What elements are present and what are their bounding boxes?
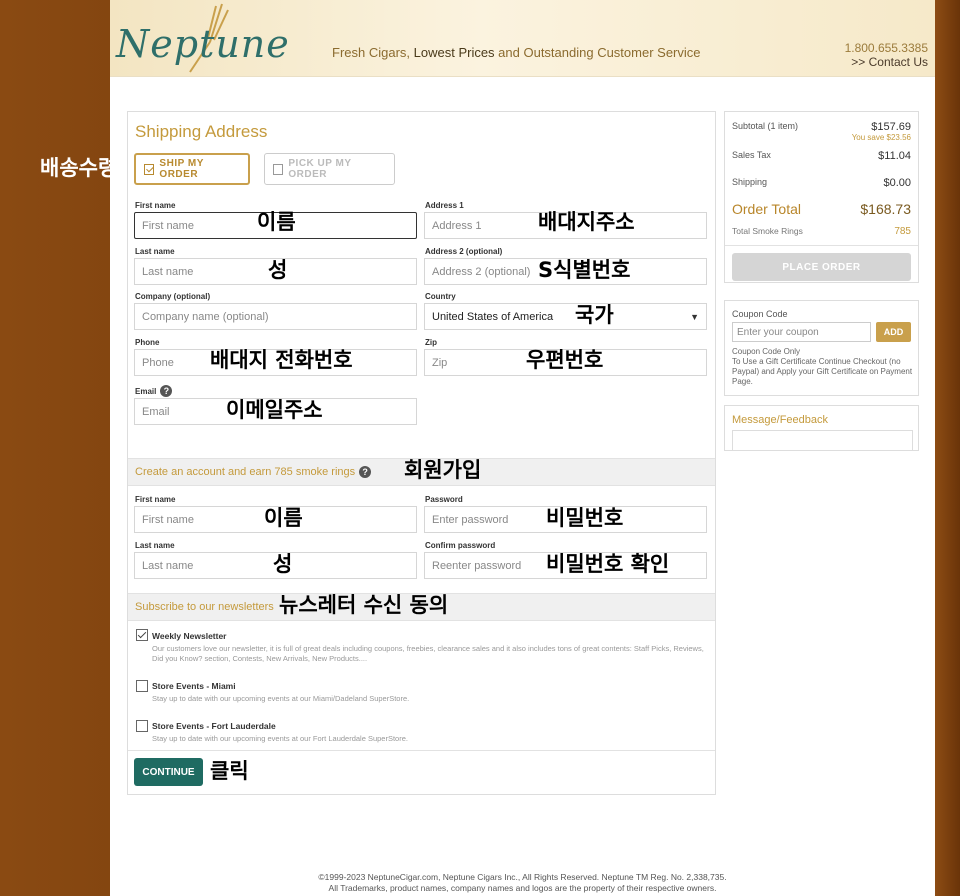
- miami-events-checkbox[interactable]: [136, 680, 148, 692]
- ftl-events-title: Store Events - Fort Lauderdale: [152, 721, 276, 731]
- pick-up-my-order-button[interactable]: PICK UP MY ORDER: [264, 153, 395, 185]
- email-label: Email?: [135, 385, 173, 397]
- place-order-button[interactable]: PLACE ORDER: [732, 253, 911, 281]
- help-icon[interactable]: ?: [359, 466, 372, 478]
- chevron-down-icon: ▼: [690, 311, 699, 322]
- annotation-click: 클릭: [210, 759, 249, 783]
- ftl-events-desc: Stay up to date with our upcoming events…: [152, 734, 408, 743]
- smoke-rings-label: Total Smoke Rings: [732, 226, 803, 236]
- password-label: Password: [425, 495, 463, 504]
- checkbox-icon: [144, 163, 155, 175]
- country-select[interactable]: United States of America ▼: [424, 303, 707, 330]
- annotation-country: 국가: [575, 303, 614, 327]
- annotation-account-name: 이름: [264, 506, 303, 530]
- savings-text: You save $23.56: [851, 133, 911, 142]
- help-icon[interactable]: ?: [160, 385, 173, 397]
- annotation-surname: 성: [268, 258, 288, 282]
- footer: ©1999-2023 NeptuneCigar.com, Neptune Cig…: [110, 872, 935, 894]
- annotation-name: 이름: [257, 210, 296, 234]
- tax-row: Sales Tax $11.04: [732, 150, 911, 162]
- annotation-address2: S식별번호: [538, 258, 631, 282]
- account-last-name-label: Last name: [135, 541, 175, 550]
- weekly-newsletter-title: Weekly Newsletter: [152, 631, 227, 641]
- coupon-note: Coupon Code Only To Use a Gift Certifica…: [732, 347, 913, 386]
- order-total-label: Order Total: [732, 201, 801, 217]
- order-total-value: $168.73: [860, 201, 911, 217]
- divider: [128, 750, 715, 751]
- weekly-newsletter-checkbox[interactable]: [136, 629, 148, 641]
- miami-events-title: Store Events - Miami: [152, 681, 236, 691]
- shipping-row: Shipping $0.00: [732, 177, 911, 189]
- annotation-phone: 배대지 전화번호: [210, 348, 353, 372]
- zip-label: Zip: [425, 338, 437, 347]
- account-first-name-label: First name: [135, 495, 176, 504]
- ftl-events-checkbox[interactable]: [136, 720, 148, 732]
- message-label: Message/Feedback: [732, 414, 828, 426]
- confirm-password-label: Confirm password: [425, 541, 496, 550]
- site-header: Neptune Fresh Cigars, Lowest Prices and …: [110, 0, 935, 77]
- subtotal-row: Subtotal (1 item) $157.69: [732, 121, 911, 133]
- contact-us-link[interactable]: >> Contact Us: [851, 55, 928, 69]
- order-summary: Subtotal (1 item) $157.69 You save $23.56…: [724, 111, 919, 283]
- right-background: [935, 0, 960, 896]
- annotation-delivery: 배송수령: [40, 156, 118, 180]
- last-name-label: Last name: [135, 247, 175, 256]
- weekly-newsletter-desc: Our customers love our newsletter, it is…: [152, 644, 704, 663]
- shipping-title: Shipping Address: [135, 122, 268, 141]
- trademark-text: All Trademarks, product names, company n…: [328, 883, 717, 893]
- annotation-signup: 회원가입: [404, 458, 482, 482]
- phone-number[interactable]: 1.800.655.3385: [845, 41, 928, 55]
- annotation-password-confirm: 비밀번호 확인: [546, 552, 670, 576]
- checkbox-icon: [273, 163, 284, 175]
- copyright-text: ©1999-2023 NeptuneCigar.com, Neptune Cig…: [318, 872, 727, 882]
- first-name-label: First name: [135, 201, 176, 210]
- company-label: Company (optional): [135, 292, 211, 301]
- add-coupon-button[interactable]: ADD: [876, 322, 911, 342]
- address2-label: Address 2 (optional): [425, 247, 503, 256]
- annotation-address1: 배대지주소: [538, 210, 635, 234]
- annotation-newsletter: 뉴스레터 수신 동의: [279, 593, 449, 617]
- phone-label: Phone: [135, 338, 160, 347]
- tagline: Fresh Cigars, Lowest Prices and Outstand…: [332, 45, 701, 60]
- site-logo[interactable]: Neptune: [116, 22, 290, 66]
- coupon-label: Coupon Code: [732, 309, 788, 319]
- divider: [725, 245, 918, 246]
- country-label: Country: [425, 292, 456, 301]
- coupon-input[interactable]: Enter your coupon: [732, 322, 871, 342]
- annotation-password: 비밀번호: [546, 506, 624, 530]
- coupon-box: Coupon Code Enter your coupon ADD Coupon…: [724, 300, 919, 396]
- smoke-rings-value: 785: [894, 226, 911, 237]
- company-input[interactable]: Company name (optional): [134, 303, 417, 330]
- continue-button[interactable]: CONTINUE: [134, 758, 203, 786]
- annotation-zip: 우편번호: [526, 348, 604, 372]
- message-textarea[interactable]: [732, 430, 913, 451]
- miami-events-desc: Stay up to date with our upcoming events…: [152, 694, 410, 703]
- annotation-account-surname: 성: [273, 552, 293, 576]
- annotation-email: 이메일주소: [226, 398, 323, 422]
- message-box: Message/Feedback: [724, 405, 919, 451]
- ship-my-order-button[interactable]: SHIP MY ORDER: [134, 153, 250, 185]
- address1-label: Address 1: [425, 201, 464, 210]
